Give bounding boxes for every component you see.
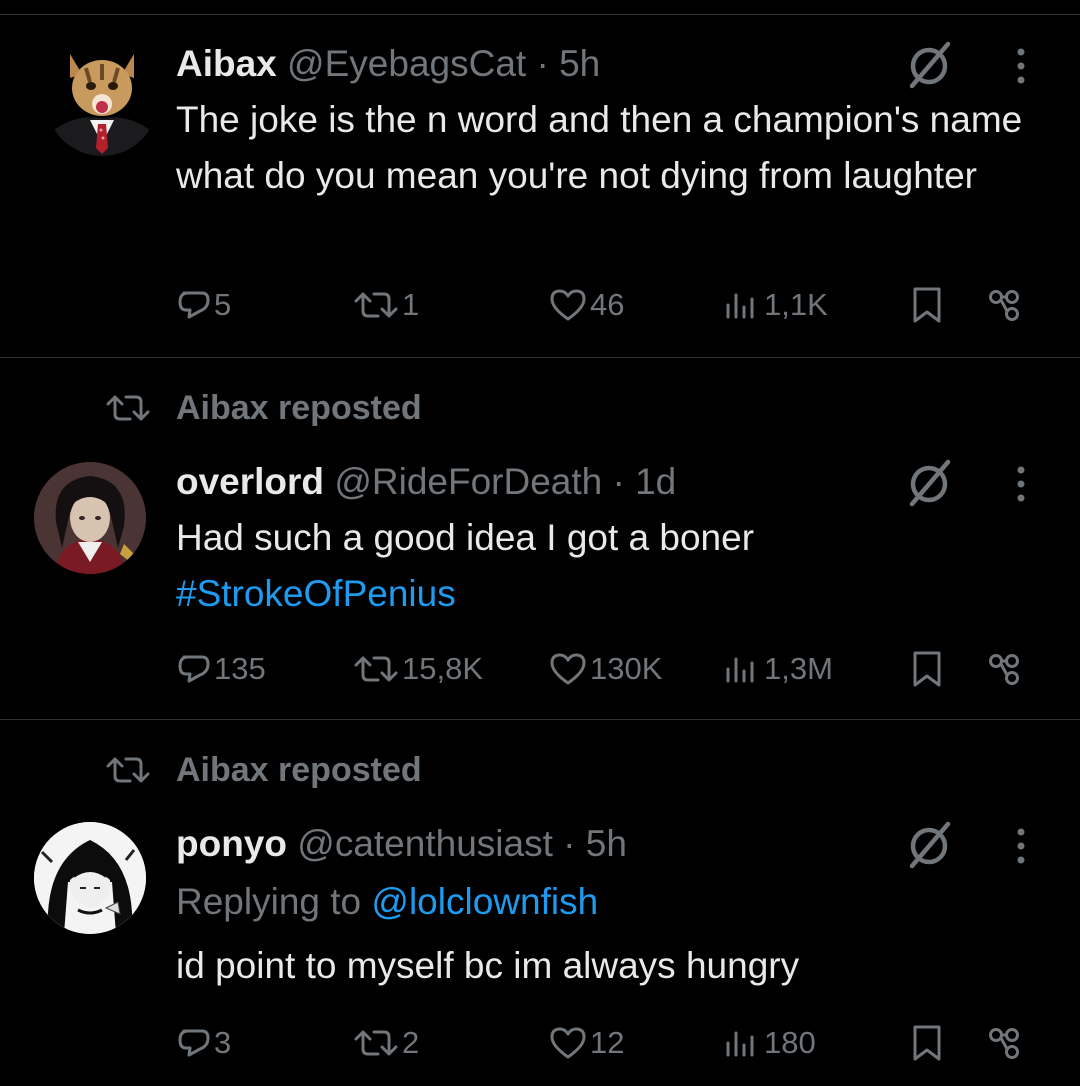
- tweet-body: The joke is the n word and then a champi…: [176, 99, 1023, 196]
- share-icon: [989, 290, 1019, 321]
- like-count: 130K: [590, 651, 663, 686]
- heart-icon: [550, 289, 586, 321]
- reply-count: 3: [214, 1025, 232, 1060]
- bookmark-icon: [913, 1025, 941, 1061]
- reply-button[interactable]: 5: [176, 280, 231, 330]
- timestamp[interactable]: · 5h: [563, 823, 627, 864]
- tweet-header: Aibax @EyebagsCat · 5h: [176, 42, 600, 86]
- reply-mention-link[interactable]: @lolclownfish: [371, 881, 598, 922]
- reply-count: 135: [214, 651, 266, 686]
- view-count: 1,1K: [764, 287, 828, 322]
- grok-icon[interactable]: [902, 36, 958, 92]
- replying-line: Replying to @lolclownfish: [176, 874, 1056, 930]
- repost-count: 1: [402, 287, 420, 322]
- bookmark-icon: [913, 651, 941, 687]
- repost-icon: [354, 656, 398, 682]
- repost-icon: [354, 292, 398, 318]
- more-icon[interactable]: [1006, 826, 1036, 866]
- avatar-sketch[interactable]: [34, 822, 146, 934]
- share-button[interactable]: [984, 644, 1024, 694]
- hashtag-link[interactable]: #StrokeOfPenius: [176, 566, 1056, 622]
- like-count: 46: [590, 287, 625, 322]
- tweet-text: Replying to @lolclownfish id point to my…: [176, 874, 1056, 994]
- avatar-anime[interactable]: [34, 462, 146, 574]
- avatar-cat[interactable]: [46, 44, 158, 156]
- share-icon: [989, 1028, 1019, 1059]
- view-count: 180: [764, 1025, 816, 1060]
- bookmark-icon: [913, 287, 941, 323]
- repost-button[interactable]: 15,8K: [352, 644, 483, 694]
- repost-label[interactable]: Aibax reposted: [176, 748, 422, 792]
- reply-icon: [178, 655, 210, 683]
- tweet-body: Had such a good idea I got a boner: [176, 517, 755, 558]
- share-icon: [989, 654, 1019, 685]
- timestamp[interactable]: · 5h: [536, 43, 600, 84]
- user-handle[interactable]: @EyebagsCat: [287, 43, 526, 84]
- repost-icon: [354, 1030, 398, 1056]
- grok-icon[interactable]: [902, 454, 958, 510]
- tweet-header: overlord @RideForDeath · 1d: [176, 460, 676, 504]
- tweet-header: ponyo @catenthusiast · 5h: [176, 822, 627, 866]
- repost-context: Aibax reposted: [0, 748, 1080, 792]
- repost-icon: [106, 395, 150, 421]
- repost-button[interactable]: 1: [352, 280, 419, 330]
- repost-label[interactable]: Aibax reposted: [176, 386, 422, 430]
- tweet-text: Had such a good idea I got a boner #Stro…: [176, 510, 1056, 622]
- views-button[interactable]: 1,1K: [722, 280, 828, 330]
- timestamp[interactable]: · 1d: [613, 461, 677, 502]
- repost-count: 2: [402, 1025, 420, 1060]
- heart-icon: [550, 653, 586, 685]
- repost-count: 15,8K: [402, 651, 484, 686]
- like-count: 12: [590, 1025, 625, 1060]
- repost-button[interactable]: 2: [352, 1018, 419, 1068]
- reply-count: 5: [214, 287, 232, 322]
- views-button[interactable]: 1,3M: [722, 644, 833, 694]
- replying-prefix: Replying to: [176, 881, 372, 922]
- share-button[interactable]: [984, 280, 1024, 330]
- tweet-2[interactable]: Aibax reposted overlord @RideForDeath · …: [0, 358, 1080, 720]
- repost-context: Aibax reposted: [0, 386, 1080, 430]
- more-icon[interactable]: [1006, 46, 1036, 86]
- bookmark-button[interactable]: [910, 1018, 944, 1068]
- share-button[interactable]: [984, 1018, 1024, 1068]
- tweet-1[interactable]: Aibax @EyebagsCat · 5h The joke is the n…: [0, 0, 1080, 358]
- reply-icon: [178, 291, 210, 319]
- views-button[interactable]: 180: [722, 1018, 816, 1068]
- tweet-text: The joke is the n word and then a champi…: [176, 92, 1056, 204]
- action-bar: 135 15,8K 130K 1,3M: [0, 644, 1080, 694]
- like-button[interactable]: 130K: [548, 644, 662, 694]
- reply-button[interactable]: 3: [176, 1018, 231, 1068]
- more-icon[interactable]: [1006, 464, 1036, 504]
- tweet-body: id point to myself bc im always hungry: [176, 945, 800, 986]
- view-count: 1,3M: [764, 651, 833, 686]
- bookmark-button[interactable]: [910, 644, 944, 694]
- bookmark-button[interactable]: [910, 280, 944, 330]
- user-handle[interactable]: @catenthusiast: [297, 823, 553, 864]
- display-name[interactable]: overlord: [176, 461, 324, 502]
- reply-button[interactable]: 135: [176, 644, 266, 694]
- repost-icon: [106, 757, 150, 783]
- reply-icon: [178, 1029, 210, 1057]
- display-name[interactable]: Aibax: [176, 43, 277, 84]
- user-handle[interactable]: @RideForDeath: [334, 461, 602, 502]
- grok-icon[interactable]: [902, 816, 958, 872]
- like-button[interactable]: 12: [548, 1018, 624, 1068]
- views-icon: [726, 1031, 754, 1057]
- tweet-3[interactable]: Aibax reposted ponyo @catenthusiast · 5h…: [0, 720, 1080, 1086]
- action-bar: 3 2 12 180: [0, 1018, 1080, 1068]
- views-icon: [726, 293, 754, 319]
- heart-icon: [550, 1027, 586, 1059]
- display-name[interactable]: ponyo: [176, 823, 287, 864]
- like-button[interactable]: 46: [548, 280, 624, 330]
- views-icon: [726, 657, 754, 683]
- action-bar: 5 1 46 1,1K: [0, 280, 1080, 330]
